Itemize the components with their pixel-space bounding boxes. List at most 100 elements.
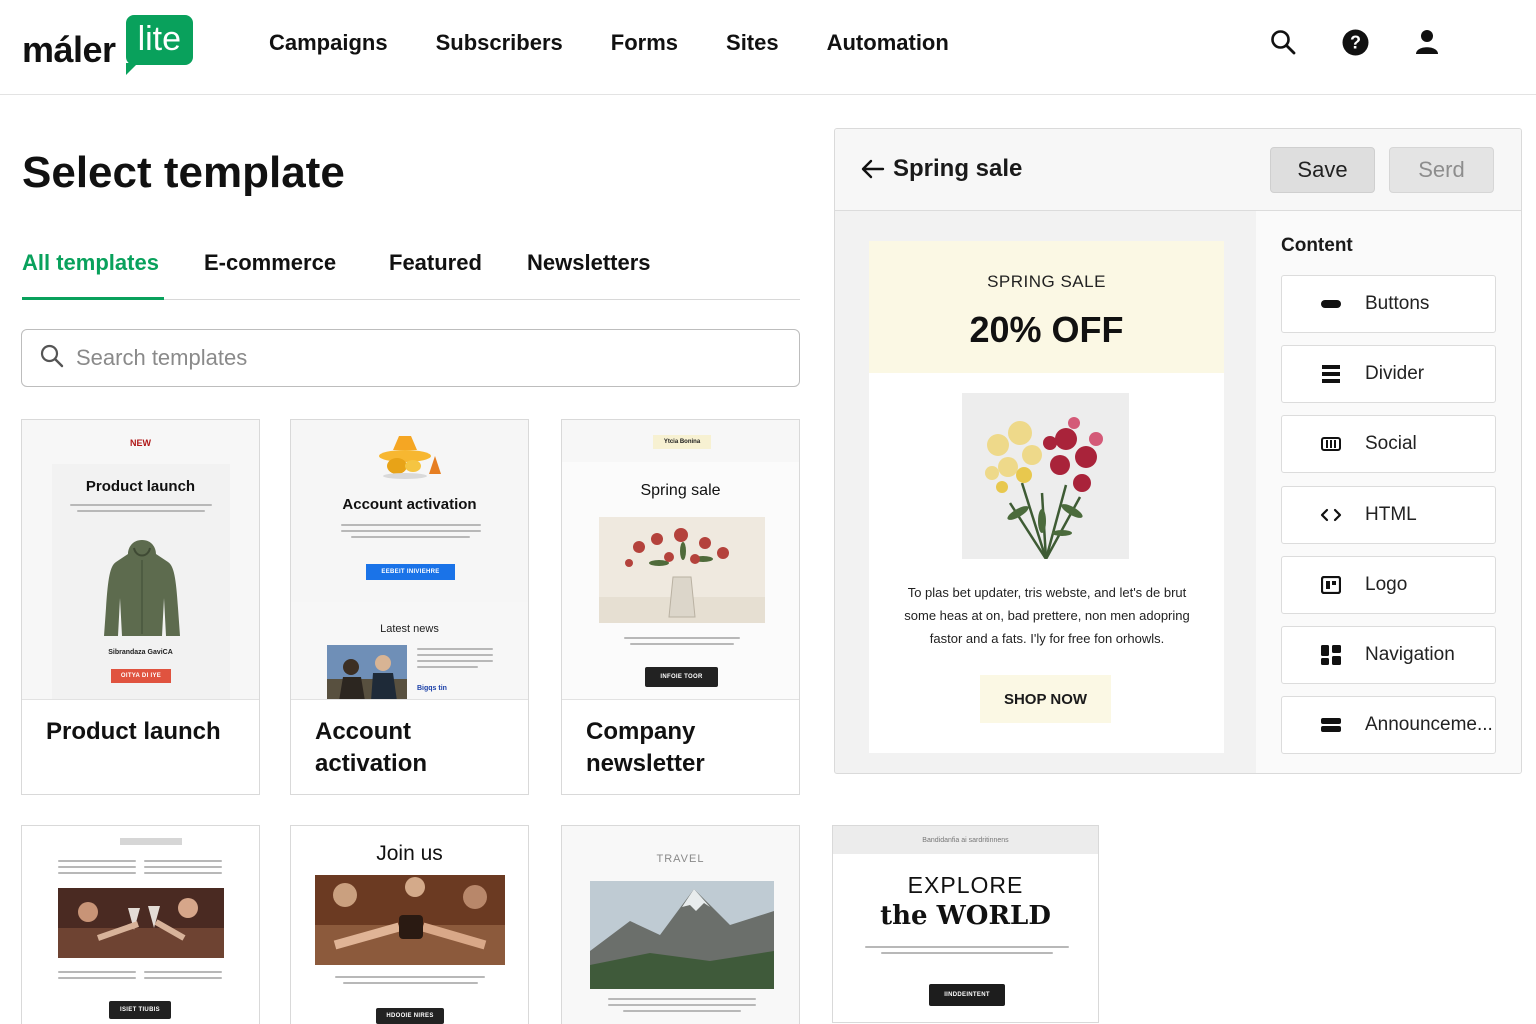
mountain-image — [590, 881, 774, 989]
thumb-button: ISIET TIUBIS — [109, 1001, 171, 1019]
block-navigation[interactable]: Navigation — [1281, 626, 1496, 684]
thumb-heading-line2: the WORLD — [880, 901, 1051, 931]
thumb-heading-line1: EXPLORE — [907, 872, 1024, 898]
block-logo[interactable]: Logo — [1281, 556, 1496, 614]
template-card-join-us[interactable]: Join us HDOOIE NIRES — [290, 825, 529, 1024]
template-thumbnail: Bandidanfia ai sardritinnens EXPLORE the… — [833, 826, 1098, 1022]
template-card-account-activation[interactable]: Account activation EEBEIT INIVIEHRE Late… — [290, 419, 529, 795]
search-input[interactable] — [76, 345, 776, 371]
thumb-button: OITYA DI IYE — [111, 669, 171, 683]
thumb-button: HDOOIE NIRES — [376, 1008, 444, 1024]
block-label: HTML — [1365, 504, 1417, 525]
block-social[interactable]: Social — [1281, 415, 1496, 473]
thumb-kicker: TRAVEL — [656, 853, 705, 865]
template-card-product-launch[interactable]: NEW Product launch Sibrandaza GaviCA OIT… — [21, 419, 260, 795]
search-icon — [40, 344, 64, 373]
template-card-travel[interactable]: TRAVEL — [561, 825, 800, 1024]
template-thumbnail: NEW Product launch Sibrandaza GaviCA OIT… — [22, 420, 259, 700]
gold-illustration — [379, 436, 441, 479]
search-icon[interactable] — [1269, 28, 1297, 56]
tab-featured[interactable]: Featured — [389, 250, 482, 300]
cheers-image — [315, 875, 505, 965]
thumb-button: IINDDEINTENT — [929, 984, 1005, 1006]
page-title: Select template — [22, 148, 345, 197]
block-buttons[interactable]: Buttons — [1281, 275, 1496, 333]
back-arrow-icon[interactable] — [861, 157, 885, 186]
thumb-caption: Sibrandaza GaviCA — [108, 649, 173, 656]
nav-campaigns[interactable]: Campaigns — [269, 30, 388, 56]
nav-sites[interactable]: Sites — [726, 30, 779, 56]
code-icon — [1316, 508, 1346, 522]
template-card-explore-world[interactable]: Bandidanfia ai sardritinnens EXPLORE the… — [832, 825, 1099, 1023]
tab-all-templates[interactable]: All templates — [22, 250, 164, 300]
main-nav: Campaigns Subscribers Forms Sites Automa… — [269, 30, 949, 56]
logo-wordmark: máler — [22, 29, 116, 70]
nav-subscribers[interactable]: Subscribers — [436, 30, 563, 56]
template-thumbnail: TRAVEL — [562, 826, 799, 1024]
tab-e-commerce[interactable]: E-commerce — [204, 250, 336, 300]
divider-block-icon — [1316, 365, 1346, 383]
shop-now-button[interactable]: SHOP NOW — [980, 675, 1111, 723]
thumb-text-lines — [341, 524, 481, 542]
social-block-icon — [1316, 437, 1346, 451]
navigation-block-icon — [1316, 645, 1346, 665]
template-thumbnail: Join us HDOOIE NIRES — [291, 826, 528, 1024]
block-label: Announceme... — [1365, 714, 1493, 735]
thumb-text-lines — [335, 976, 485, 988]
template-name: Account activation — [315, 718, 428, 777]
template-thumbnail: Account activation EEBEIT INIVIEHRE Late… — [291, 420, 528, 700]
block-divider[interactable]: Divider — [1281, 345, 1496, 403]
campaign-title: Spring sale — [893, 155, 1023, 182]
template-thumbnail: ISIET TIUBIS — [22, 826, 259, 1024]
thumb-text-lines — [624, 637, 740, 649]
thumb-text-lines-left-2 — [58, 971, 136, 983]
block-announcement[interactable]: Announceme... — [1281, 696, 1496, 754]
content-section-title: Content — [1281, 235, 1353, 256]
email-headline: 20% OFF — [969, 309, 1124, 350]
thumb-badge: NEW — [130, 438, 151, 448]
tab-newsletters[interactable]: Newsletters — [527, 250, 651, 300]
help-icon[interactable]: ? — [1341, 28, 1369, 56]
email-editor-panel: Spring sale Save Serd SPRING SALE 20% OF… — [834, 128, 1522, 774]
content-blocks-sidebar: Content Buttons Divider Social HTML Logo… — [1256, 211, 1521, 773]
email-body-text[interactable]: To plas bet updater, tris webste, and le… — [897, 581, 1197, 650]
block-label: Social — [1365, 433, 1417, 454]
template-name: Company newsletter — [586, 718, 705, 777]
thumb-heading: Spring sale — [640, 482, 721, 499]
save-button[interactable]: Save — [1270, 147, 1375, 193]
thumb-heading: Join us — [376, 842, 443, 865]
thumb-text-lines-right-2 — [144, 971, 222, 983]
block-label: Divider — [1365, 363, 1425, 384]
editor-header: Spring sale Save Serd — [835, 129, 1521, 211]
block-label: Buttons — [1365, 293, 1430, 314]
thumb-link: Bigqs tin — [417, 685, 447, 692]
block-label: Navigation — [1365, 644, 1455, 665]
dinner-toast-image — [58, 888, 224, 958]
thumb-heading: Product launch — [85, 478, 196, 495]
thumb-header-bar — [120, 838, 182, 845]
email-flower-image[interactable] — [962, 393, 1129, 560]
send-button[interactable]: Serd — [1389, 147, 1494, 193]
svg-text:?: ? — [1350, 32, 1361, 52]
thumb-text-lines — [70, 504, 212, 516]
thumb-section-title: Latest news — [380, 623, 439, 635]
thumb-text-lines — [865, 946, 1069, 958]
jacket-image — [104, 540, 180, 636]
thumb-text-lines — [608, 998, 756, 1016]
top-actions: ? — [1269, 28, 1441, 56]
mailerlite-logo[interactable]: máler lite — [22, 15, 194, 75]
template-thumbnail: Ytcia Bonina Spring sale INFOIE TOOR — [562, 420, 799, 700]
template-name: Product launch — [46, 718, 221, 745]
user-account-icon[interactable] — [1413, 28, 1441, 56]
announcement-block-icon — [1316, 718, 1346, 732]
template-card-dinner[interactable]: ISIET TIUBIS — [21, 825, 260, 1024]
top-navigation-bar: máler lite Campaigns Subscribers Forms S… — [0, 0, 1536, 95]
email-kicker: SPRING SALE — [987, 272, 1106, 291]
block-html[interactable]: HTML — [1281, 486, 1496, 544]
email-hero-section[interactable]: SPRING SALE 20% OFF — [869, 241, 1224, 373]
thumb-button: EEBEIT INIVIEHRE — [366, 564, 455, 580]
template-card-company-newsletter[interactable]: Ytcia Bonina Spring sale INFOIE TOOR Com… — [561, 419, 800, 795]
nav-forms[interactable]: Forms — [611, 30, 678, 56]
thumb-heading: Account activation — [342, 496, 477, 513]
nav-automation[interactable]: Automation — [827, 30, 949, 56]
